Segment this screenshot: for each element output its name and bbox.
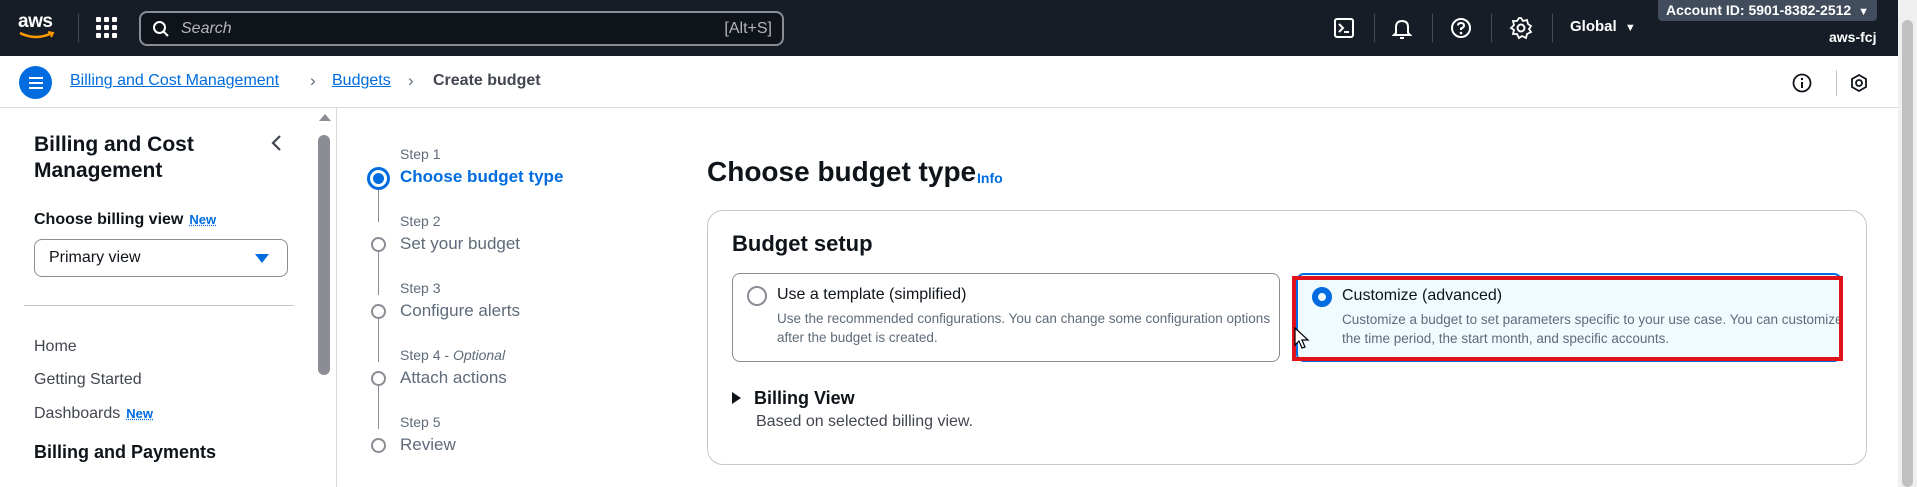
info-link[interactable]: Info — [977, 170, 1003, 186]
collapse-sidebar-icon[interactable] — [268, 134, 286, 152]
search-placeholder: Search — [181, 20, 232, 37]
caret-down-icon: ▼ — [1624, 22, 1636, 34]
new-badge[interactable]: New — [189, 212, 216, 227]
radio-button[interactable] — [747, 286, 767, 306]
option-description: Use the recommended configurations. You … — [777, 311, 1271, 345]
breadcrumb-budgets[interactable]: Budgets — [332, 72, 391, 90]
divider — [1836, 70, 1837, 96]
option-customize-tile[interactable]: Customize (advanced) Customize a budget … — [1296, 273, 1843, 362]
step-attach-actions: Attach actions — [400, 368, 507, 387]
sidebar-item-getting-started[interactable]: Getting Started — [34, 371, 142, 389]
step-number-text: Step 4 — [400, 347, 441, 363]
step-number: Step 1 — [400, 146, 441, 162]
step-set-your-budget: Set your budget — [400, 234, 521, 253]
settings-icon[interactable] — [1509, 16, 1533, 40]
radio-button-selected[interactable] — [1312, 287, 1332, 307]
caret-down-icon: ▼ — [1858, 6, 1869, 18]
step-connector — [378, 379, 379, 429]
option-description: Customize a budget to set parameters spe… — [1342, 312, 1843, 346]
step-configure-alerts: Configure alerts — [400, 301, 521, 320]
sidebar-scrollbar[interactable] — [316, 108, 333, 487]
divider — [1432, 14, 1433, 42]
chevron-right-icon: › — [310, 71, 316, 90]
caret-down-icon — [255, 254, 269, 263]
caret-right-icon — [732, 392, 741, 404]
breadcrumb-current: Create budget — [433, 72, 541, 89]
navigation-menu-button[interactable] — [19, 66, 52, 99]
account-alias: aws-fcj — [1829, 29, 1877, 45]
divider — [24, 305, 294, 306]
security-hexagon-icon[interactable] — [1849, 73, 1869, 93]
cloudshell-icon[interactable] — [1332, 16, 1356, 40]
step-number: Step 4 - Optional — [400, 347, 506, 363]
sidebar-title: Billing and Cost Management — [34, 133, 194, 182]
step-choose-budget-type[interactable]: Choose budget type — [400, 167, 563, 187]
step-connector — [378, 312, 379, 362]
aws-logo[interactable]: aws — [18, 12, 60, 42]
top-navigation-bar: aws Search [Alt+S] Global ▼ Account ID: … — [0, 0, 1898, 56]
divider — [78, 14, 79, 42]
info-icon[interactable] — [1792, 73, 1812, 93]
expander-title: Billing View — [754, 388, 855, 408]
step-number: Step 5 — [400, 414, 441, 430]
wizard-steps: Step 1 Choose budget type Step 2 Set you… — [360, 108, 680, 487]
help-icon[interactable] — [1449, 16, 1473, 40]
search-input[interactable]: Search [Alt+S] — [139, 11, 784, 46]
expander-description: Based on selected billing view. — [756, 413, 974, 430]
optional-label: Optional — [452, 347, 506, 363]
step-indicator — [371, 438, 386, 453]
step-indicator — [371, 371, 386, 386]
breadcrumb-billing[interactable]: Billing and Cost Management — [70, 72, 279, 90]
search-icon — [153, 21, 169, 37]
page-title: Choose budget type — [707, 156, 977, 187]
budget-setup-panel: Budget setup Use a template (simplified)… — [707, 210, 1867, 465]
side-navigation: Billing and Cost Management Choose billi… — [0, 108, 315, 487]
scrollbar-thumb[interactable] — [1902, 20, 1913, 487]
step-connector — [378, 245, 379, 295]
account-menu[interactable]: Account ID: 5901-8382-2512 ▼ — [1658, 0, 1877, 21]
region-selector[interactable]: Global ▼ — [1570, 18, 1636, 35]
step-number: Step 3 — [400, 280, 441, 296]
step-indicator — [371, 237, 386, 252]
region-label: Global — [1570, 18, 1617, 35]
breadcrumb-bar: Billing and Cost Management › Budgets › … — [0, 56, 1898, 108]
sidebar-item-home[interactable]: Home — [34, 338, 77, 356]
aws-logo-text: aws — [18, 11, 53, 32]
step-review: Review — [400, 435, 456, 454]
divider — [1374, 14, 1375, 42]
scroll-up-icon[interactable] — [319, 114, 331, 121]
page-scrollbar[interactable] — [1898, 0, 1917, 487]
billing-view-select[interactable]: Primary view — [34, 239, 288, 277]
new-badge[interactable]: New — [126, 406, 153, 421]
sidebar-item-dashboards[interactable]: Dashboards New — [34, 405, 153, 423]
aws-smile-icon — [19, 31, 55, 39]
billing-view-label: Choose billing view New — [34, 211, 216, 229]
step-indicator — [371, 304, 386, 319]
option-template-tile[interactable]: Use a template (simplified) Use the reco… — [732, 273, 1280, 362]
services-menu-icon[interactable] — [96, 17, 118, 39]
notifications-icon[interactable] — [1390, 16, 1414, 40]
billing-view-label-text: Choose billing view — [34, 211, 184, 228]
step-active-indicator — [367, 167, 390, 190]
step-number: Step 2 — [400, 213, 441, 229]
option-title: Customize (advanced) — [1342, 287, 1503, 304]
panel-title: Budget setup — [732, 231, 873, 256]
sidebar-item-label: Dashboards — [34, 405, 121, 422]
divider — [336, 108, 337, 487]
billing-view-value: Primary view — [49, 249, 141, 266]
search-shortcut: [Alt+S] — [724, 20, 772, 37]
account-id: Account ID: 5901-8382-2512 — [1666, 2, 1852, 18]
mouse-cursor-icon — [1294, 327, 1310, 349]
sidebar-section-billing-payments: Billing and Payments — [34, 442, 217, 462]
option-title: Use a template (simplified) — [777, 286, 967, 303]
chevron-right-icon: › — [408, 71, 414, 90]
divider — [1491, 14, 1492, 42]
divider — [1552, 14, 1553, 42]
scrollbar-thumb[interactable] — [318, 135, 330, 375]
